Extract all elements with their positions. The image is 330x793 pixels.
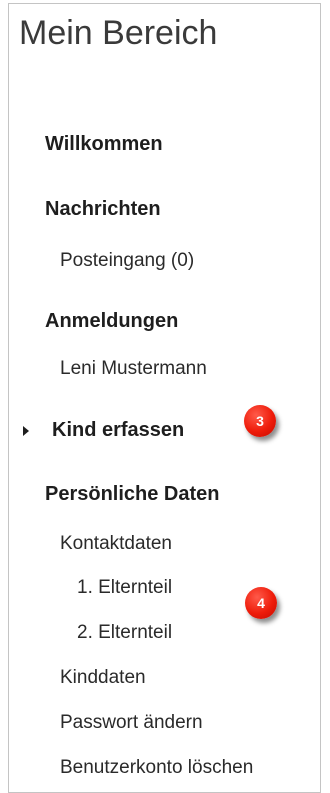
menu-item-benutzerkonto-loeschen[interactable]: Benutzerkonto löschen — [60, 757, 253, 779]
my-area-panel: Mein Bereich — [8, 3, 321, 793]
menu-item-leni-mustermann[interactable]: Leni Mustermann — [60, 358, 207, 380]
menu-item-kinddaten[interactable]: Kinddaten — [60, 667, 146, 689]
step-badge-4: 4 — [245, 587, 277, 619]
menu-item-elternteil-1[interactable]: 1. Elternteil — [77, 577, 172, 599]
menu-item-elternteil-2[interactable]: 2. Elternteil — [77, 622, 172, 644]
menu-item-passwort-aendern[interactable]: Passwort ändern — [60, 712, 203, 734]
menu-item-anmeldungen[interactable]: Anmeldungen — [45, 310, 178, 333]
caret-right-icon — [23, 426, 29, 436]
panel-title: Mein Bereich — [19, 14, 218, 52]
menu-item-persoenliche-daten[interactable]: Persönliche Daten — [45, 483, 220, 506]
menu-item-willkommen[interactable]: Willkommen — [45, 133, 163, 156]
menu-item-kontaktdaten[interactable]: Kontaktdaten — [60, 533, 172, 555]
menu-item-nachrichten[interactable]: Nachrichten — [45, 198, 161, 221]
menu-item-kind-erfassen[interactable]: Kind erfassen — [52, 419, 184, 442]
step-badge-3: 3 — [244, 405, 276, 437]
menu-item-posteingang[interactable]: Posteingang (0) — [60, 250, 194, 272]
